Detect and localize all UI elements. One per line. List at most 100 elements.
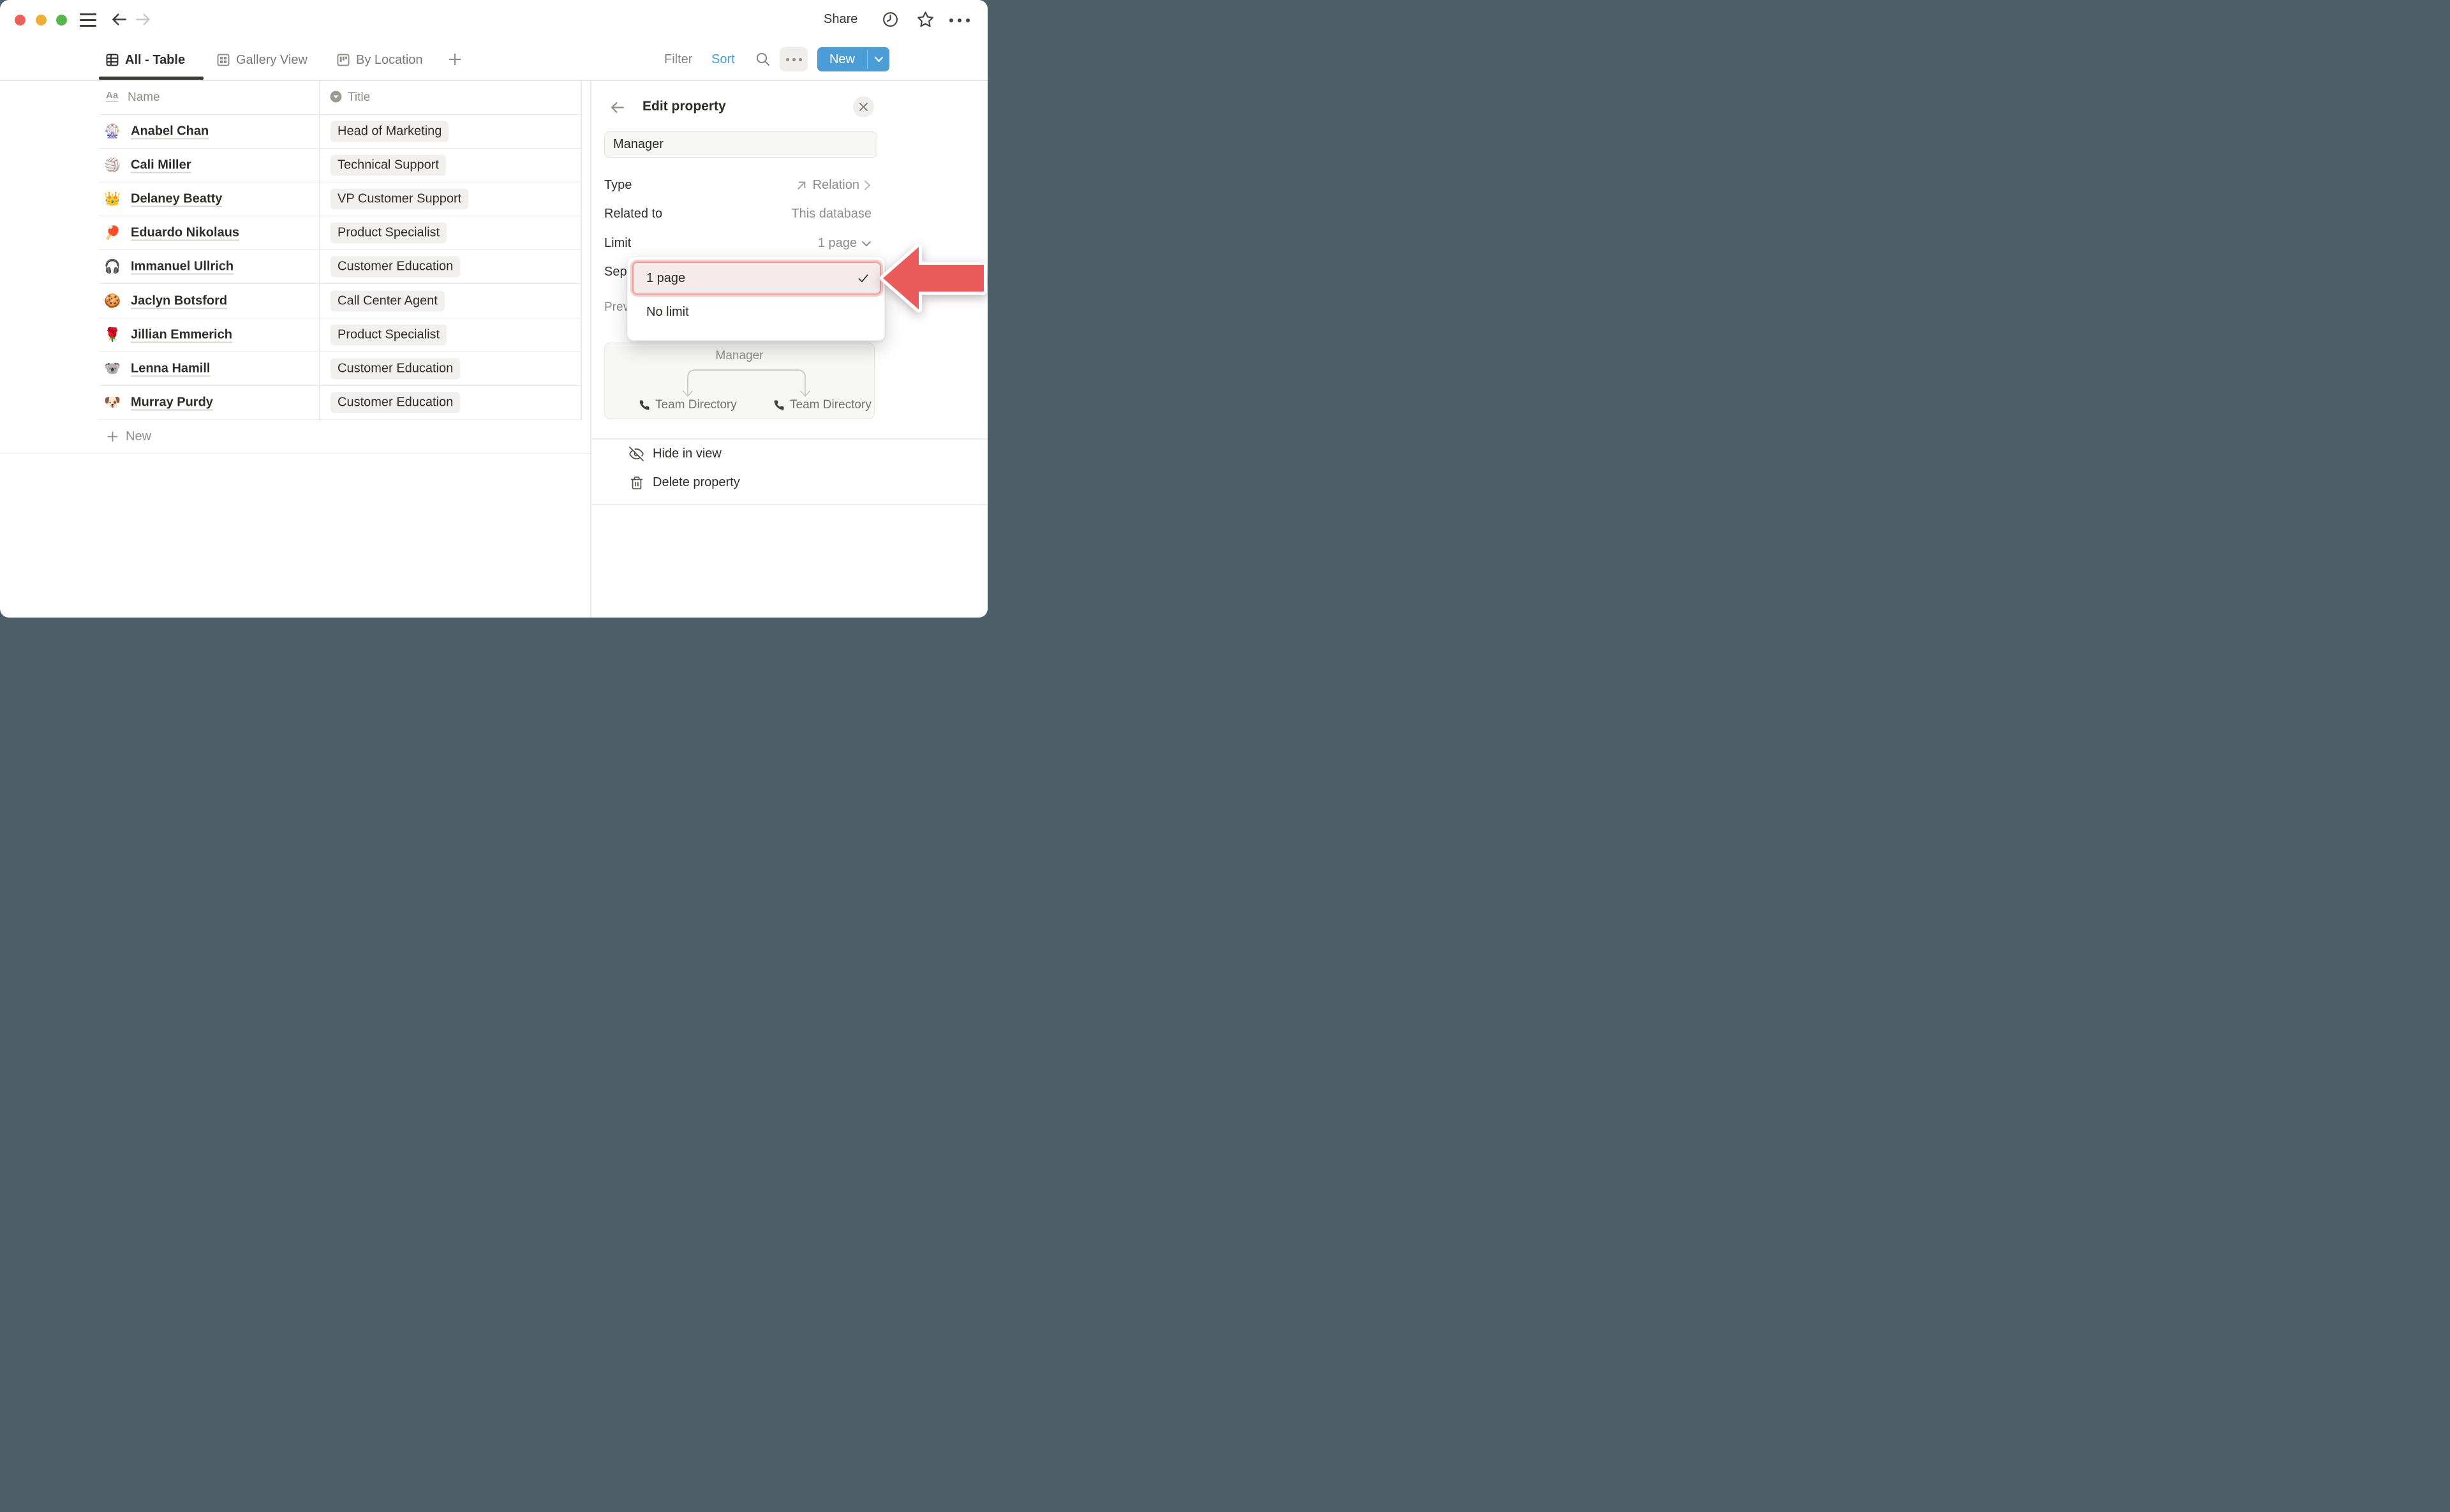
table-header-row: Aa Name Title bbox=[99, 80, 581, 115]
field-value-related-to[interactable]: This database bbox=[702, 207, 872, 221]
row-name-link[interactable]: Immanuel Ullrich bbox=[131, 260, 234, 274]
row-title-tag[interactable]: Head of Marketing bbox=[330, 121, 449, 142]
panel-section-divider bbox=[590, 438, 988, 440]
row-title-tag[interactable]: Product Specialist bbox=[330, 223, 447, 244]
row-title-tag[interactable]: Product Specialist bbox=[330, 324, 447, 345]
row-emoji: 🏓 bbox=[104, 226, 121, 240]
option-label: No limit bbox=[646, 305, 689, 320]
field-value-text: 1 page bbox=[818, 236, 857, 251]
row-emoji: 🎡 bbox=[104, 125, 121, 138]
row-name-link[interactable]: Jillian Emmerich bbox=[131, 327, 232, 342]
share-button[interactable]: Share bbox=[824, 12, 858, 27]
favorite-icon[interactable] bbox=[916, 10, 935, 29]
table-row[interactable]: 🐨 Lenna Hamill Customer Education bbox=[99, 352, 581, 386]
phone-icon bbox=[773, 399, 785, 411]
field-value-limit[interactable]: 1 page bbox=[702, 236, 872, 251]
table-row[interactable]: 👑 Delaney Beatty VP Customer Support bbox=[99, 182, 581, 216]
tab-by-location[interactable]: By Location bbox=[337, 48, 423, 71]
row-emoji: 🐶 bbox=[104, 396, 121, 409]
panel-title: Edit property bbox=[642, 99, 726, 114]
delete-property-button[interactable]: Delete property bbox=[630, 475, 740, 490]
tab-gallery-view[interactable]: Gallery View bbox=[217, 48, 308, 71]
panel-section-divider bbox=[590, 504, 988, 505]
table-row[interactable]: 🎧 Immanuel Ullrich Customer Education bbox=[99, 250, 581, 284]
column-divider[interactable] bbox=[319, 80, 320, 420]
field-label-type: Type bbox=[604, 178, 632, 193]
sort-button[interactable]: Sort bbox=[711, 52, 735, 67]
add-view-icon[interactable] bbox=[447, 52, 463, 67]
field-value-type[interactable]: Relation bbox=[702, 178, 871, 193]
filter-button[interactable]: Filter bbox=[664, 52, 692, 67]
delete-icon bbox=[630, 476, 644, 490]
preview-child: Team Directory bbox=[773, 398, 872, 412]
table-row[interactable]: 🐶 Murray Purdy Customer Education bbox=[99, 386, 581, 420]
active-tab-underline bbox=[99, 77, 204, 80]
row-emoji: 🍪 bbox=[104, 294, 121, 308]
preview-child-label: Team Directory bbox=[790, 398, 872, 412]
field-value-text: This database bbox=[791, 207, 872, 221]
preview-child-label: Team Directory bbox=[655, 398, 737, 412]
screenshot-stage: Share All - Table Gallery View bbox=[0, 0, 1000, 618]
panel-back-icon[interactable] bbox=[609, 100, 625, 115]
tab-label: Gallery View bbox=[236, 53, 308, 68]
history-icon[interactable] bbox=[882, 11, 899, 28]
row-name-link[interactable]: Jaclyn Botsford bbox=[131, 293, 227, 308]
traffic-zoom-button[interactable] bbox=[56, 15, 67, 26]
table-row[interactable]: 🏓 Eduardo Nikolaus Product Specialist bbox=[99, 216, 581, 250]
new-button-label: New bbox=[817, 47, 867, 71]
row-emoji: 🎧 bbox=[104, 260, 121, 274]
more-icon[interactable] bbox=[949, 18, 970, 23]
limit-dropdown-menu: 1 page No limit bbox=[627, 256, 885, 341]
check-icon bbox=[857, 272, 870, 285]
column-divider[interactable] bbox=[581, 80, 582, 420]
app-window: Share All - Table Gallery View bbox=[0, 0, 988, 618]
view-options-button[interactable] bbox=[780, 47, 808, 71]
delete-property-label: Delete property bbox=[653, 475, 740, 490]
dropdown-option-1-page[interactable]: 1 page bbox=[632, 262, 881, 295]
tab-all-table[interactable]: All - Table bbox=[106, 48, 185, 71]
property-name-input[interactable] bbox=[604, 131, 877, 158]
row-title-tag[interactable]: Customer Education bbox=[330, 392, 460, 413]
field-label-limit: Limit bbox=[604, 236, 631, 251]
traffic-minimize-button[interactable] bbox=[36, 15, 47, 26]
back-icon[interactable] bbox=[110, 11, 128, 28]
row-name-link[interactable]: Delaney Beatty bbox=[131, 192, 222, 207]
forward-icon[interactable] bbox=[135, 11, 152, 28]
search-icon[interactable] bbox=[755, 51, 771, 67]
text-property-icon: Aa bbox=[106, 91, 118, 102]
row-name-link[interactable]: Eduardo Nikolaus bbox=[131, 226, 239, 241]
row-title-tag[interactable]: Customer Education bbox=[330, 256, 460, 278]
new-row-button[interactable]: New bbox=[0, 420, 590, 454]
table-row[interactable]: 🎡 Anabel Chan Head of Marketing bbox=[99, 115, 581, 149]
traffic-close-button[interactable] bbox=[15, 15, 26, 26]
row-title-tag[interactable]: Customer Education bbox=[330, 358, 460, 379]
tab-label: All - Table bbox=[125, 53, 185, 68]
option-label: 1 page bbox=[646, 271, 685, 286]
close-icon[interactable] bbox=[853, 96, 874, 117]
chevron-down-icon[interactable] bbox=[868, 47, 889, 71]
row-name-link[interactable]: Anabel Chan bbox=[131, 124, 209, 139]
field-label-related-to: Related to bbox=[604, 207, 662, 221]
table-row[interactable]: 🌹 Jillian Emmerich Product Specialist bbox=[99, 318, 581, 352]
preview-connector bbox=[682, 366, 811, 402]
hide-in-view-button[interactable]: Hide in view bbox=[629, 447, 722, 461]
column-header-title[interactable]: Title bbox=[348, 91, 370, 105]
row-name-link[interactable]: Murray Purdy bbox=[131, 395, 213, 410]
row-title-tag[interactable]: Call Center Agent bbox=[330, 290, 445, 311]
preview-parent-label: Manager bbox=[605, 349, 874, 363]
preview-child: Team Directory bbox=[639, 398, 737, 412]
field-value-text: Relation bbox=[813, 178, 859, 193]
row-emoji: 🌹 bbox=[104, 328, 121, 341]
new-row-label: New bbox=[126, 429, 151, 444]
new-button[interactable]: New bbox=[817, 47, 889, 71]
table-row[interactable]: 🏐 Cali Miller Technical Support bbox=[99, 149, 581, 182]
row-title-tag[interactable]: VP Customer Support bbox=[330, 189, 468, 210]
chevron-down-icon bbox=[861, 241, 872, 247]
row-title-tag[interactable]: Technical Support bbox=[330, 155, 446, 176]
table-row[interactable]: 🍪 Jaclyn Botsford Call Center Agent bbox=[99, 284, 581, 318]
row-name-link[interactable]: Cali Miller bbox=[131, 158, 191, 173]
column-header-name[interactable]: Name bbox=[128, 91, 160, 105]
dropdown-option-no-limit[interactable]: No limit bbox=[632, 297, 881, 327]
hamburger-icon[interactable] bbox=[80, 13, 96, 27]
row-name-link[interactable]: Lenna Hamill bbox=[131, 361, 210, 376]
